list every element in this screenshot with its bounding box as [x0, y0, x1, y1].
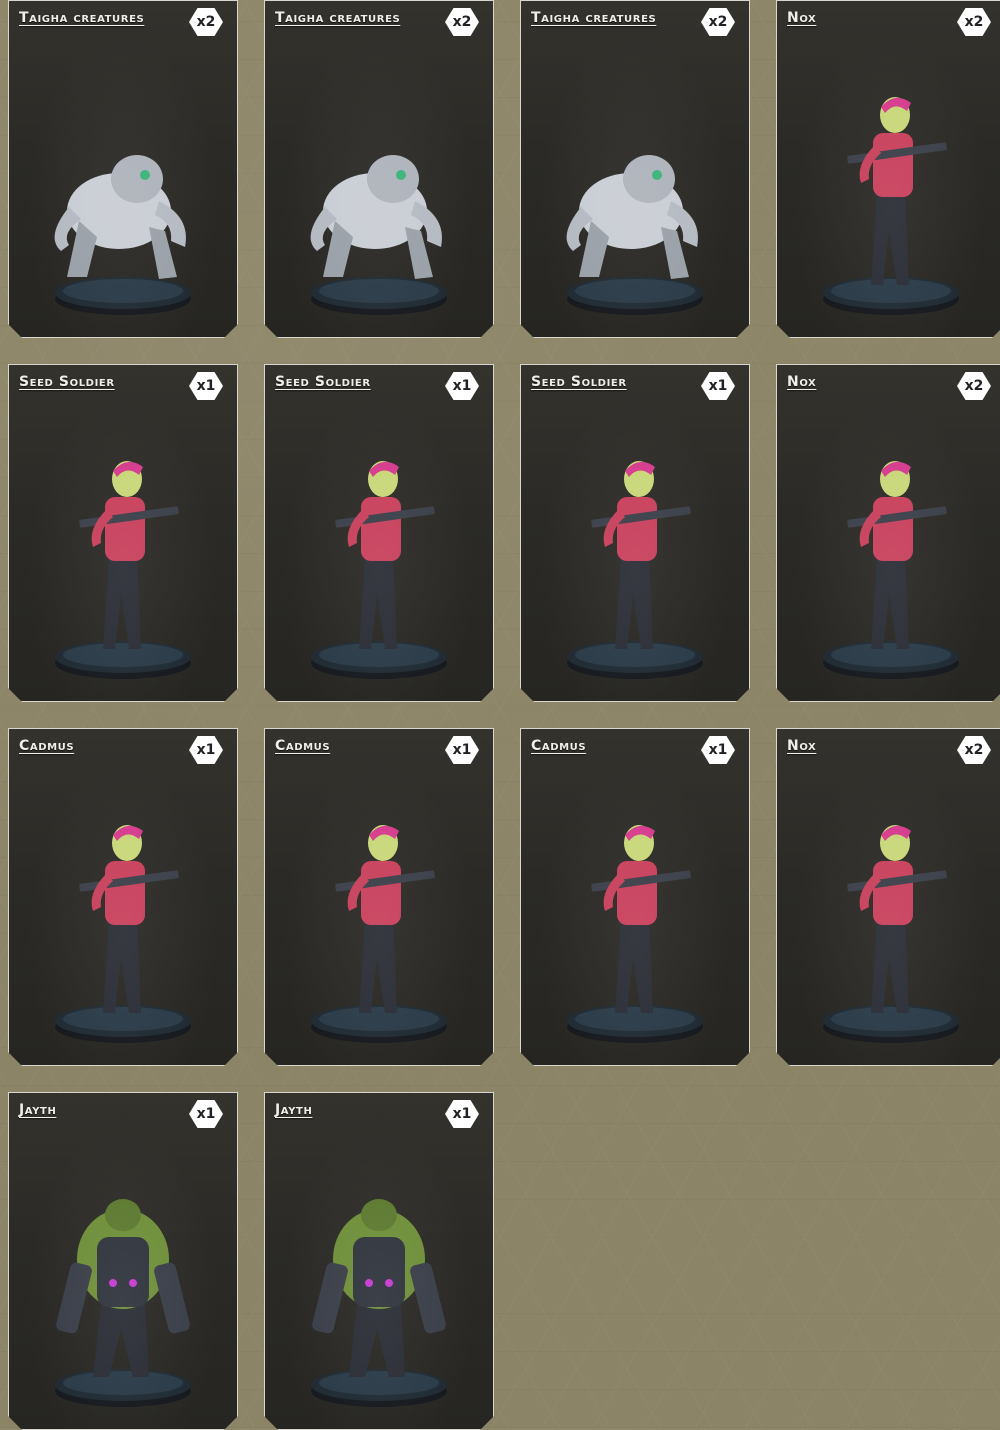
soldier-miniature-icon — [265, 769, 493, 1065]
soldier-miniature-icon — [9, 405, 237, 701]
unit-name: Seed Soldier — [531, 374, 627, 390]
miniature-image — [265, 405, 493, 701]
unit-name: Cadmus — [275, 738, 331, 754]
unit-card[interactable]: Taigha creatures x2 — [264, 0, 494, 338]
unit-card[interactable]: Seed Soldier x1 — [520, 364, 750, 702]
unit-name: Cadmus — [19, 738, 75, 754]
unit-card[interactable]: Jayth x1 — [8, 1092, 238, 1430]
brute-miniature-icon — [9, 1133, 237, 1429]
count-badge: x1 — [701, 372, 735, 400]
unit-card[interactable]: Nox x2 — [776, 364, 1000, 702]
soldier-miniature-icon — [777, 41, 1000, 337]
miniature-image — [265, 41, 493, 337]
brute-miniature-icon — [265, 1133, 493, 1429]
unit-name: Seed Soldier — [19, 374, 115, 390]
miniature-image — [777, 405, 1000, 701]
miniature-image — [521, 769, 749, 1065]
count-badge: x1 — [189, 1100, 223, 1128]
unit-card[interactable]: Seed Soldier x1 — [8, 364, 238, 702]
count-badge: x2 — [957, 8, 991, 36]
unit-name: Taigha creatures — [531, 10, 657, 26]
miniature-image — [777, 769, 1000, 1065]
count-badge: x1 — [189, 372, 223, 400]
unit-name: Taigha creatures — [19, 10, 145, 26]
creature-miniature-icon — [265, 41, 493, 337]
miniature-image — [521, 41, 749, 337]
unit-name: Jayth — [19, 1102, 57, 1118]
count-badge: x2 — [957, 736, 991, 764]
creature-miniature-icon — [521, 41, 749, 337]
count-badge: x2 — [957, 372, 991, 400]
count-badge: x1 — [445, 372, 479, 400]
unit-card[interactable]: Seed Soldier x1 — [264, 364, 494, 702]
count-badge: x1 — [445, 1100, 479, 1128]
count-badge: x2 — [445, 8, 479, 36]
miniature-image — [9, 405, 237, 701]
miniature-image — [265, 769, 493, 1065]
soldier-miniature-icon — [9, 769, 237, 1065]
unit-name: Cadmus — [531, 738, 587, 754]
soldier-miniature-icon — [521, 405, 749, 701]
unit-card-grid: Taigha creatures x2 Taigha creatures x2 … — [0, 0, 1000, 1428]
unit-card[interactable]: Cadmus x1 — [8, 728, 238, 1066]
unit-card[interactable]: Cadmus x1 — [264, 728, 494, 1066]
count-badge: x1 — [189, 736, 223, 764]
unit-name: Nox — [787, 374, 817, 390]
soldier-miniature-icon — [265, 405, 493, 701]
unit-card[interactable]: Nox x2 — [776, 728, 1000, 1066]
unit-name: Nox — [787, 738, 817, 754]
unit-card[interactable]: Cadmus x1 — [520, 728, 750, 1066]
soldier-miniature-icon — [777, 405, 1000, 701]
count-badge: x2 — [189, 8, 223, 36]
count-badge: x1 — [701, 736, 735, 764]
count-badge: x1 — [445, 736, 479, 764]
miniature-image — [9, 769, 237, 1065]
count-badge: x2 — [701, 8, 735, 36]
miniature-image — [265, 1133, 493, 1429]
unit-name: Nox — [787, 10, 817, 26]
unit-card[interactable]: Taigha creatures x2 — [8, 0, 238, 338]
miniature-image — [9, 1133, 237, 1429]
creature-miniature-icon — [9, 41, 237, 337]
soldier-miniature-icon — [777, 769, 1000, 1065]
unit-name: Taigha creatures — [275, 10, 401, 26]
miniature-image — [521, 405, 749, 701]
unit-card[interactable]: Jayth x1 — [264, 1092, 494, 1430]
miniature-image — [9, 41, 237, 337]
unit-card[interactable]: Taigha creatures x2 — [520, 0, 750, 338]
unit-name: Jayth — [275, 1102, 313, 1118]
miniature-image — [777, 41, 1000, 337]
unit-name: Seed Soldier — [275, 374, 371, 390]
unit-card[interactable]: Nox x2 — [776, 0, 1000, 338]
soldier-miniature-icon — [521, 769, 749, 1065]
